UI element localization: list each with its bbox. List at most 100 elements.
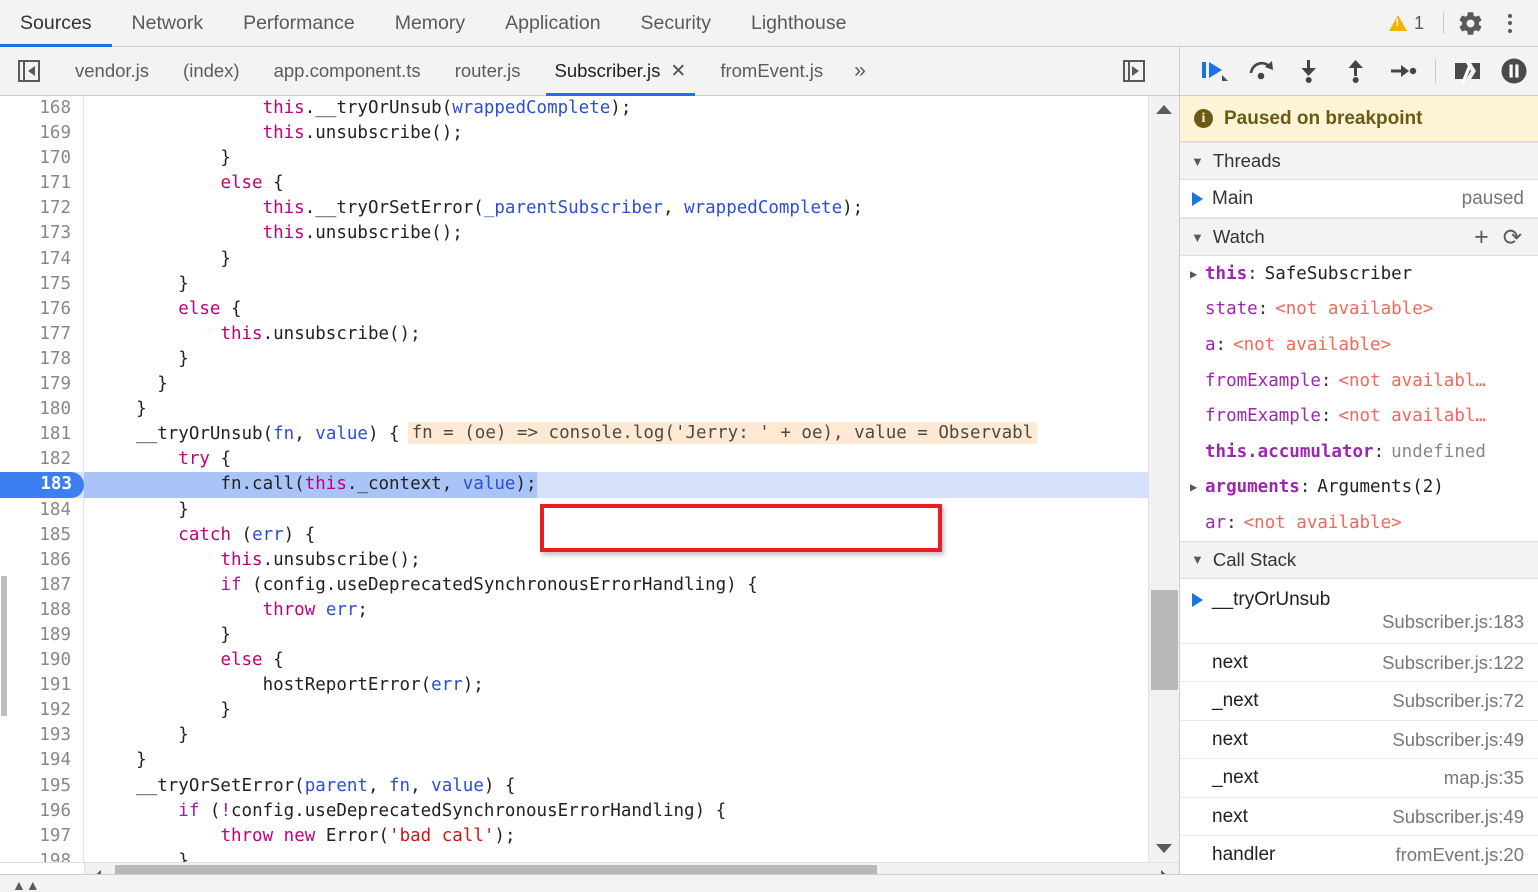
code-line[interactable]: 173 this.unsubscribe(); [0, 221, 1148, 247]
code-text[interactable]: } [84, 698, 231, 723]
scroll-up-icon[interactable] [1156, 105, 1172, 114]
watch-expression-row[interactable]: fromExample: <not availabl… [1180, 398, 1538, 434]
code-text[interactable]: hostReportError(err); [84, 673, 484, 698]
tab-performance[interactable]: Performance [223, 0, 375, 46]
chevron-right-icon[interactable]: ▶ [1190, 267, 1205, 281]
line-number[interactable]: 182 [0, 447, 84, 473]
watch-expression-row[interactable]: ▶ this: SafeSubscriber [1180, 256, 1538, 292]
watch-expression-row[interactable]: ▶ arguments: Arguments(2) [1180, 470, 1538, 506]
scroll-down-icon[interactable] [1156, 844, 1172, 853]
line-number[interactable]: 197 [0, 823, 84, 849]
code-line[interactable]: 175 } [0, 271, 1148, 297]
code-text[interactable]: if (config.useDeprecatedSynchronousError… [84, 573, 757, 598]
frame-source-location[interactable]: fromEvent.js:20 [1395, 844, 1524, 866]
refresh-watch-icon[interactable]: ⟳ [1503, 225, 1522, 249]
gear-icon[interactable] [1450, 3, 1490, 43]
code-line[interactable]: 186 this.unsubscribe(); [0, 547, 1148, 573]
code-text[interactable]: } [84, 849, 189, 862]
code-line[interactable]: 180 } [0, 397, 1148, 423]
code-line[interactable]: 196 if (!config.useDeprecatedSynchronous… [0, 798, 1148, 824]
line-number[interactable]: 193 [0, 723, 84, 749]
file-tab-vendor-js[interactable]: vendor.js [58, 47, 166, 95]
line-number[interactable]: 170 [0, 146, 84, 172]
code-line[interactable]: 194 } [0, 748, 1148, 774]
code-line[interactable]: 190 else { [0, 648, 1148, 674]
show-navigator-icon[interactable] [0, 47, 58, 95]
code-text[interactable]: else { [84, 171, 283, 196]
file-tab-router-js[interactable]: router.js [438, 47, 538, 95]
code-line[interactable]: 197 throw new Error('bad call'); [0, 823, 1148, 849]
file-tab-app-component-ts[interactable]: app.component.ts [257, 47, 438, 95]
code-text[interactable]: throw err; [84, 598, 368, 623]
code-line[interactable]: 168 this.__tryOrUnsub(wrappedComplete); [0, 96, 1148, 122]
code-line[interactable]: 177 this.unsubscribe(); [0, 321, 1148, 347]
frame-source-location[interactable]: Subscriber.js:72 [1392, 690, 1524, 712]
frame-source-location[interactable]: Subscriber.js:183 [1192, 611, 1524, 633]
code-text[interactable]: } [84, 146, 231, 171]
code-line[interactable]: 183 fn.call(this._context, value); [0, 472, 1148, 498]
call-stack-frame[interactable]: _next Subscriber.js:72 [1180, 682, 1538, 721]
code-line[interactable]: 195 __tryOrSetError(parent, fn, value) { [0, 773, 1148, 799]
code-text[interactable]: } [84, 397, 147, 422]
line-number[interactable]: 179 [0, 372, 84, 398]
code-line[interactable]: 187 if (config.useDeprecatedSynchronousE… [0, 572, 1148, 598]
code-text[interactable]: if (!config.useDeprecatedSynchronousErro… [84, 799, 726, 824]
call-stack-frame[interactable]: next Subscriber.js:49 [1180, 721, 1538, 760]
line-number[interactable]: 189 [0, 622, 84, 649]
show-debugger-sidebar-icon[interactable] [1105, 60, 1163, 82]
call-stack-frame[interactable]: next Subscriber.js:49 [1180, 798, 1538, 837]
code-text[interactable]: this.__tryOrUnsub(wrappedComplete); [84, 96, 632, 121]
line-number[interactable]: 174 [0, 246, 84, 272]
step-icon[interactable] [1381, 51, 1425, 91]
vertical-dots-icon[interactable] [1490, 3, 1530, 43]
code-text[interactable]: } [84, 272, 189, 297]
code-line[interactable]: 169 this.unsubscribe(); [0, 121, 1148, 147]
line-number[interactable]: 198 [0, 848, 84, 862]
line-number[interactable]: 183 [0, 472, 84, 498]
watch-expression-row[interactable]: fromExample: <not availabl… [1180, 363, 1538, 399]
code-line[interactable]: 182 try { [0, 447, 1148, 473]
code-line[interactable]: 184 } [0, 497, 1148, 523]
line-number[interactable]: 184 [0, 497, 84, 523]
code-line[interactable]: 192 } [0, 698, 1148, 724]
code-text[interactable]: throw new Error('bad call'); [84, 824, 515, 849]
code-line[interactable]: 174 } [0, 246, 1148, 272]
step-out-icon[interactable] [1334, 51, 1378, 91]
warning-counter[interactable]: 1 [1376, 13, 1437, 34]
code-text[interactable]: this.unsubscribe(); [84, 121, 463, 146]
code-line[interactable]: 188 throw err; [0, 597, 1148, 623]
drawer-toggle-strip[interactable]: ▲▲ [0, 874, 1538, 892]
code-text[interactable]: this.unsubscribe(); [84, 548, 420, 573]
code-lines-container[interactable]: 168 this.__tryOrUnsub(wrappedComplete); 1… [0, 96, 1148, 862]
chevron-right-icon[interactable]: ▶ [1190, 480, 1205, 494]
frame-source-location[interactable]: Subscriber.js:49 [1392, 806, 1524, 828]
line-number[interactable]: 195 [0, 773, 84, 799]
code-text[interactable]: __tryOrUnsub(fn, value) { [84, 422, 399, 447]
code-line[interactable]: 193 } [0, 723, 1148, 749]
code-line[interactable]: 176 else { [0, 296, 1148, 322]
watch-expression-row[interactable]: state: <not available> [1180, 292, 1538, 328]
line-number[interactable]: 169 [0, 121, 84, 147]
code-text[interactable]: this.unsubscribe(); [84, 322, 420, 347]
code-text[interactable]: this.unsubscribe(); [84, 221, 463, 246]
line-number[interactable]: 187 [0, 572, 84, 598]
call-stack-frame[interactable]: handler fromEvent.js:20 [1180, 836, 1538, 875]
tab-lighthouse[interactable]: Lighthouse [731, 0, 866, 46]
file-tab-fromevent-js[interactable]: fromEvent.js [703, 47, 840, 95]
code-text[interactable]: } [84, 498, 189, 523]
step-into-icon[interactable] [1287, 51, 1331, 91]
code-text[interactable]: } [84, 723, 189, 748]
deactivate-breakpoints-icon[interactable] [1446, 51, 1490, 91]
line-number[interactable]: 188 [0, 597, 84, 623]
code-text[interactable]: fn.call(this._context, value); [84, 472, 537, 498]
line-number[interactable]: 171 [0, 171, 84, 197]
watch-expressions-list[interactable]: ▶ this: SafeSubscriber state: <not available… [1180, 256, 1538, 541]
call-stack-frames[interactable]: __tryOrUnsub Subscriber.js:183 next Subscri… [1180, 578, 1538, 875]
code-line[interactable]: 170 } [0, 146, 1148, 172]
code-line[interactable]: 178 } [0, 346, 1148, 373]
watch-section-header[interactable]: ▼ Watch + ⟳ [1180, 218, 1538, 256]
code-text[interactable]: this.__tryOrSetError(_parentSubscriber, … [84, 196, 864, 221]
watch-expression-row[interactable]: ar: <not available> [1180, 505, 1538, 541]
line-number[interactable]: 177 [0, 321, 84, 347]
vertical-scroll-thumb[interactable] [1151, 590, 1178, 690]
